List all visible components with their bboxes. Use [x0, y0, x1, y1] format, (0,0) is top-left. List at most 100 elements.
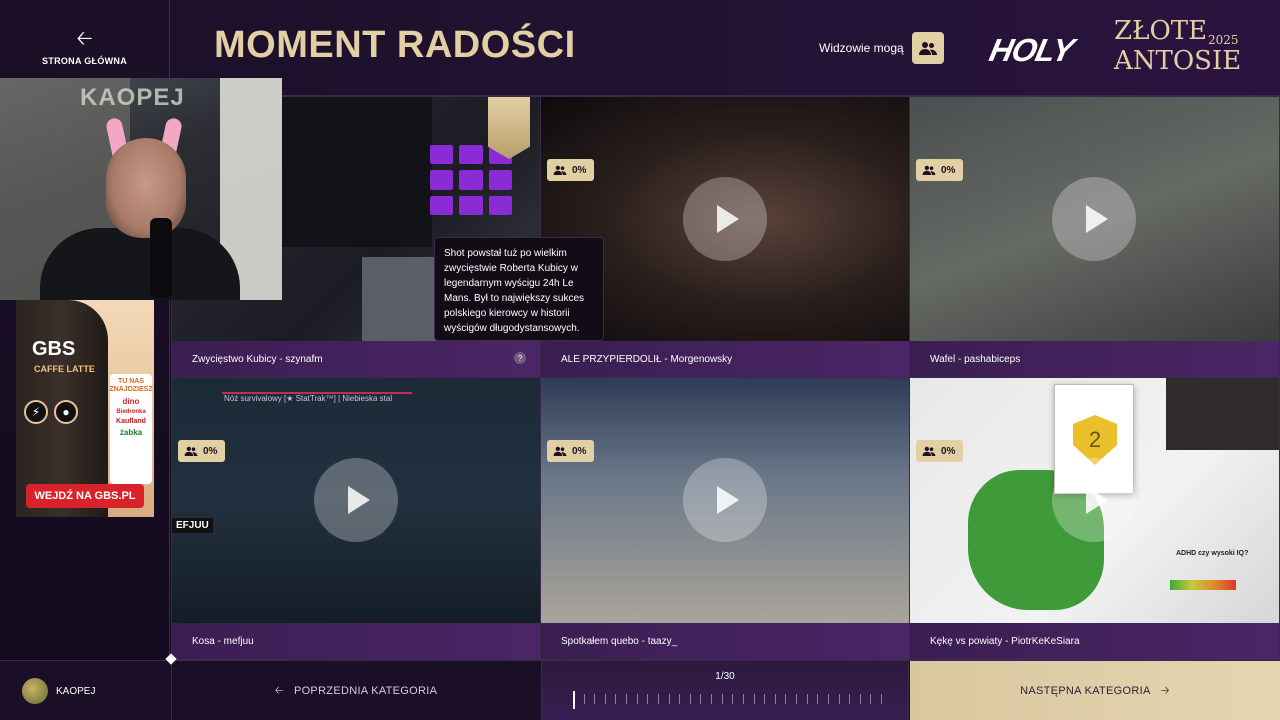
user-profile[interactable]: KAOPEJ [22, 678, 95, 704]
progress-tick[interactable] [689, 694, 691, 704]
logo-line1: ZŁOTE [1114, 16, 1208, 46]
progress-tick[interactable] [838, 694, 840, 704]
clip-caption: ALE PRZYPIERDOLIŁ - Morgenowsky [541, 341, 909, 377]
progress-tick[interactable] [679, 694, 681, 704]
ad-cta-button[interactable]: WEJDŹ NA GBS.PL [26, 484, 144, 508]
info-icon[interactable]: ? [514, 352, 526, 364]
sponsor-ad[interactable]: GBS CAFFE LATTE ⚡ ● TU NAS ZNAJDZIESZ di… [16, 300, 154, 517]
progress-tick[interactable] [817, 694, 819, 704]
viewers-button[interactable] [911, 32, 944, 64]
users-icon [922, 446, 936, 456]
webcam-person-head [106, 138, 186, 238]
vote-percent: 0% [203, 445, 218, 457]
vote-percent: 0% [572, 445, 587, 457]
play-icon[interactable] [1052, 458, 1136, 542]
ad-brand: GBS [32, 338, 76, 360]
progress-tick[interactable] [583, 694, 585, 704]
progress-tick[interactable] [668, 694, 670, 704]
progress-tick[interactable] [785, 694, 787, 704]
logo-brand: HOLY [986, 32, 1077, 68]
ad-store-zabka: żabka [119, 428, 143, 437]
play-icon[interactable] [683, 177, 767, 261]
vote-percent: 0% [572, 164, 587, 176]
progress-tick[interactable] [753, 694, 755, 704]
arrow-left-icon: 🡠 [274, 684, 284, 697]
users-icon [553, 446, 567, 456]
progress-tick[interactable] [594, 694, 596, 704]
vote-percent-badge: 0% [916, 159, 964, 181]
next-category-button[interactable]: NASTĘPNA KATEGORIA 🡢 [910, 661, 1280, 720]
page-indicator: 1/30 [715, 671, 735, 682]
progress-tick[interactable] [721, 694, 723, 704]
clip-caption: Kękę vs powiaty - PiotrKeKeSiara [910, 623, 1279, 659]
next-category-label: NASTĘPNA KATEGORIA [1020, 685, 1151, 697]
previous-category-button[interactable]: 🡠 POPRZEDNIA KATEGORIA [171, 661, 540, 720]
logo-line2: ANTOSIE [1114, 46, 1242, 76]
viewers-label: Widzowie mogą [819, 41, 904, 55]
users-icon [918, 42, 937, 55]
clip-grid: Zwycięstwo Kubicy - szynafm 0% ALE PRZYP… [171, 96, 1280, 660]
ad-stores-heading: TU NAS ZNAJDZIESZ [109, 378, 153, 393]
overlay-underline [222, 392, 412, 394]
progress-tick[interactable] [732, 694, 734, 704]
users-icon [922, 165, 936, 175]
streamer-cam [1166, 378, 1279, 450]
progress-tick[interactable] [796, 694, 798, 704]
home-label: STRONA GŁÓWNA [41, 56, 128, 66]
clip-description-tooltip: Shot powstał tuż po wielkim zwycięstwie … [434, 237, 604, 341]
users-icon [553, 165, 567, 175]
overlay-tag: EFJUU [172, 518, 213, 533]
username: KAOPEJ [56, 685, 96, 697]
clip-tile-3[interactable]: 0% Wafel - pashabiceps [909, 96, 1280, 378]
progress-tick[interactable] [827, 694, 829, 704]
webcam-person-body [40, 228, 240, 300]
progress-tick[interactable] [700, 694, 702, 704]
progress-tick[interactable] [806, 694, 808, 704]
progress-tick[interactable] [711, 694, 713, 704]
progress-tick[interactable] [615, 694, 617, 704]
progress-tick[interactable] [604, 694, 606, 704]
ad-flavor: CAFFE LATTE [34, 364, 95, 374]
iq-label: ADHD czy wysoki IQ? [1176, 550, 1249, 557]
previous-category-label: POPRZEDNIA KATEGORIA [293, 685, 438, 697]
ad-store-list: TU NAS ZNAJDZIESZ dino Biedronka Kauflan… [109, 374, 153, 484]
progress-tick[interactable] [881, 694, 882, 704]
play-icon[interactable] [683, 458, 767, 542]
logo-year: 2025 [1208, 33, 1239, 47]
progress-tick[interactable] [573, 691, 575, 709]
vote-percent-badge: 0% [178, 440, 226, 462]
clip-tile-6[interactable]: 2 ADHD czy wysoki IQ? 0% Kękę vs powiaty… [909, 377, 1280, 660]
progress-tick[interactable] [764, 694, 766, 704]
progress-tick[interactable] [626, 694, 628, 704]
page-title: MOMENT RADOŚCI [214, 24, 576, 66]
users-icon [184, 446, 198, 456]
footer-bar: KAOPEJ 🡠 POPRZEDNIA KATEGORIA 1/30 NASTĘ… [0, 660, 1280, 720]
vote-percent-badge: 0% [916, 440, 964, 462]
progress-tick[interactable] [774, 694, 776, 704]
progress-tick[interactable] [647, 694, 649, 704]
clip-tile-4[interactable]: Nóż survivalowy [★ StatTrak™] | Niebiesk… [171, 377, 541, 660]
vote-percent-badge: 0% [547, 159, 595, 181]
progress-tick[interactable] [742, 694, 744, 704]
play-icon[interactable] [1052, 177, 1136, 261]
progress-tick[interactable] [859, 694, 861, 704]
progress-tick[interactable] [849, 694, 851, 704]
progress-tick[interactable] [657, 694, 659, 704]
ad-store-kaufland: Kaufland [116, 418, 146, 425]
energy-icon: ⚡ [24, 400, 48, 424]
overlay-title: Nóż survivalowy [★ StatTrak™] | Niebiesk… [224, 394, 393, 403]
progress-ticks[interactable] [573, 691, 882, 709]
play-icon[interactable] [314, 458, 398, 542]
progress-tick[interactable] [636, 694, 638, 704]
cow-icon: ● [54, 400, 78, 424]
arrow-right-icon: 🡢 [1160, 684, 1170, 697]
clip-tile-5[interactable]: 0% Spotkałem quebo - taazy_ [540, 377, 910, 660]
clip-caption: Spotkałem quebo - taazy_ [541, 623, 909, 659]
streamer-webcam: KAOPEJ [0, 78, 282, 300]
clip-caption: Zwycięstwo Kubicy - szynafm [172, 341, 540, 377]
progress-tick[interactable] [870, 694, 872, 704]
webcam-sign: KAOPEJ [80, 84, 185, 111]
action-tiles [430, 145, 512, 215]
ad-feature-icons: ⚡ ● [24, 400, 78, 424]
viewers-permission: Widzowie mogą [819, 32, 944, 64]
